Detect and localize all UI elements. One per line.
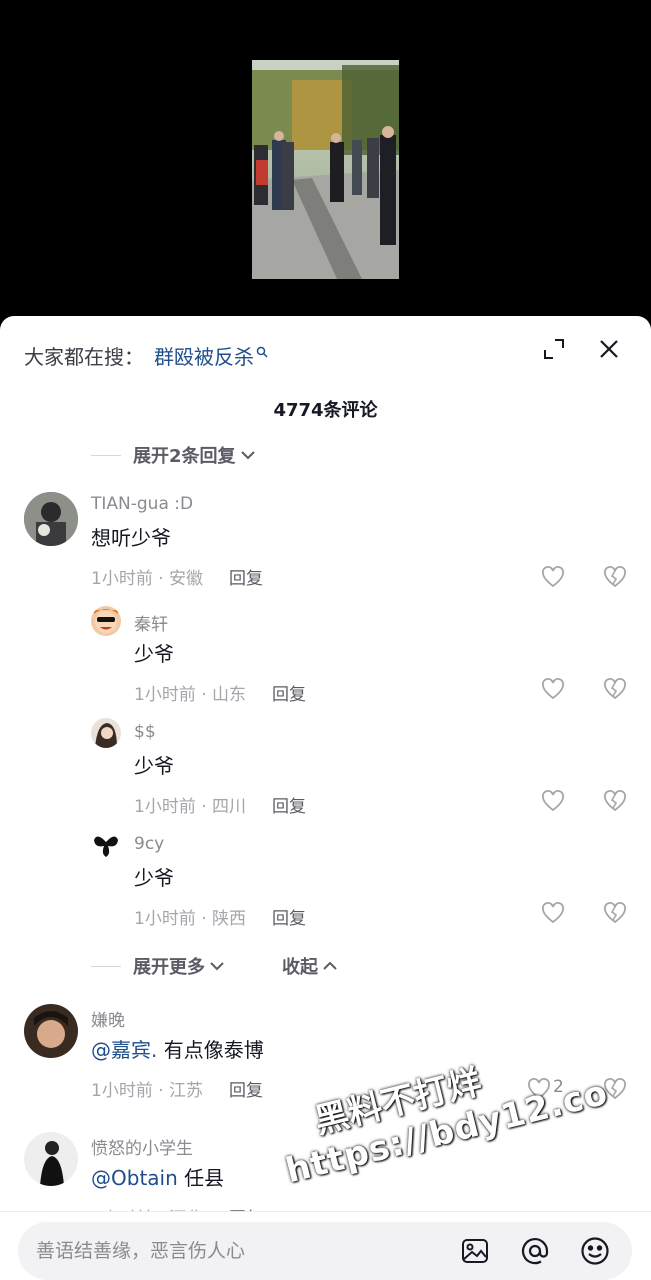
reply-button[interactable]: 回复 <box>229 1076 263 1101</box>
comment-username[interactable]: 9cy <box>134 834 164 854</box>
comment-meta: 1小时前 · 陕西 回复 <box>134 904 306 929</box>
like-count: 2 <box>553 1077 564 1097</box>
broken-heart-icon[interactable] <box>603 1078 627 1100</box>
comment-text: 少爷 <box>134 642 174 666</box>
comment-text: @嘉宾. 有点像泰博 <box>91 1034 264 1063</box>
comment-sheet: 大家都在搜： 群殴被反杀 4774条评论 展开2条回复 TIAN-gua :D … <box>0 316 651 1280</box>
collapse-button[interactable]: 收起 <box>282 953 338 979</box>
avatar[interactable] <box>91 718 121 748</box>
comment-time: 1小时前 · 四川 <box>134 797 247 817</box>
expand-more-button[interactable]: 展开更多 <box>91 953 225 979</box>
heart-icon[interactable] <box>541 678 565 700</box>
expand-more-label: 展开更多 <box>133 957 205 978</box>
comment-meta: 1小时前 · 山东 回复 <box>134 680 306 705</box>
broken-heart-icon[interactable] <box>603 566 627 588</box>
heart-icon[interactable] <box>541 566 565 588</box>
comment-text: 少爷 <box>134 754 174 778</box>
emoji-icon[interactable] <box>579 1235 611 1267</box>
close-icon[interactable] <box>594 334 624 364</box>
comment-time: 1小时前 · 安徽 <box>91 569 204 589</box>
avatar[interactable] <box>91 606 121 636</box>
broken-heart-icon[interactable] <box>603 902 627 924</box>
comment-meta: 1小时前 · 安徽 回复 <box>91 564 263 589</box>
chevron-down-icon <box>210 962 224 971</box>
avatar[interactable] <box>24 492 78 546</box>
search-prefix: 大家都在搜： <box>24 344 144 369</box>
image-icon[interactable] <box>459 1235 491 1267</box>
comment-username[interactable]: 秦轩 <box>134 610 168 635</box>
divider-line <box>91 965 121 967</box>
heart-icon[interactable] <box>541 902 565 924</box>
comment-body: 任县 <box>177 1166 225 1190</box>
at-icon[interactable] <box>519 1235 551 1267</box>
comment-username[interactable]: 愤怒的小学生 <box>91 1134 193 1159</box>
heart-icon[interactable] <box>541 790 565 812</box>
expand-replies-label: 展开2条回复 <box>133 446 236 467</box>
video-area[interactable] <box>0 0 651 330</box>
comment-username[interactable]: TIAN-gua :D <box>91 494 193 514</box>
comment-input[interactable] <box>36 1222 436 1280</box>
expand-replies-button[interactable]: 展开2条回复 <box>91 442 256 468</box>
chevron-down-icon <box>240 451 255 460</box>
heart-icon[interactable] <box>527 1078 551 1100</box>
collapse-label: 收起 <box>282 957 318 978</box>
mention-link[interactable]: @嘉宾. <box>91 1038 157 1062</box>
input-pill[interactable] <box>18 1222 632 1280</box>
comment-meta: 1小时前 · 江苏 回复 <box>91 1076 263 1101</box>
comment-input-bar <box>0 1211 651 1280</box>
reply-button[interactable]: 回复 <box>272 904 306 929</box>
video-thumbnail[interactable] <box>252 60 399 279</box>
comment-time: 1小时前 · 陕西 <box>134 909 247 929</box>
expand-icon[interactable] <box>539 334 569 364</box>
comment-count: 4774条评论 <box>273 400 378 421</box>
comment-username[interactable]: $$ <box>134 722 156 742</box>
chevron-up-icon <box>323 961 337 970</box>
comment-username[interactable]: 嫌晚 <box>91 1006 125 1031</box>
search-icon <box>256 339 268 363</box>
comment-time: 1小时前 · 江苏 <box>91 1081 204 1101</box>
comment-body: 有点像泰博 <box>157 1038 264 1062</box>
reply-button[interactable]: 回复 <box>272 680 306 705</box>
comment-text: @Obtain 任县 <box>91 1162 224 1191</box>
comment-text: 想听少爷 <box>91 526 171 550</box>
comment-time: 1小时前 · 山东 <box>134 685 247 705</box>
reply-button[interactable]: 回复 <box>229 564 263 589</box>
search-suggestion[interactable]: 大家都在搜： 群殴被反杀 <box>24 340 268 370</box>
divider-line <box>91 454 121 456</box>
comment-text: 少爷 <box>134 866 174 890</box>
reply-button[interactable]: 回复 <box>272 792 306 817</box>
broken-heart-icon[interactable] <box>603 678 627 700</box>
mention-link[interactable]: @Obtain <box>91 1166 178 1190</box>
avatar[interactable] <box>24 1132 78 1186</box>
broken-heart-icon[interactable] <box>603 790 627 812</box>
avatar[interactable] <box>24 1004 78 1058</box>
avatar[interactable] <box>91 830 121 860</box>
search-term-link[interactable]: 群殴被反杀 <box>154 341 254 370</box>
comment-meta: 1小时前 · 四川 回复 <box>134 792 306 817</box>
